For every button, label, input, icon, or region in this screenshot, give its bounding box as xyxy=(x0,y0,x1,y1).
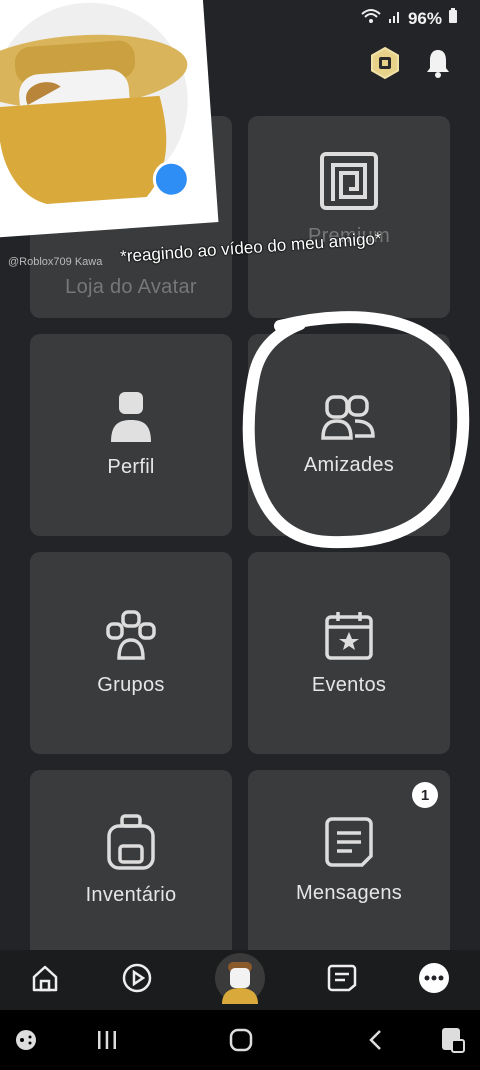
tile-label: Loja do Avatar xyxy=(65,275,197,298)
premium-icon xyxy=(319,151,379,211)
user-handle: @Roblox709 Kawa xyxy=(8,256,103,268)
more-icon[interactable] xyxy=(418,962,450,999)
chat-icon[interactable] xyxy=(327,963,357,998)
play-icon[interactable] xyxy=(121,962,153,999)
tile-premium[interactable]: Premium xyxy=(248,116,450,318)
recent-apps-icon[interactable] xyxy=(96,1030,118,1055)
battery-text: 96% xyxy=(407,8,442,28)
tile-events[interactable]: Eventos xyxy=(248,552,450,754)
gamepad-icon[interactable] xyxy=(14,1028,38,1057)
avatar-image xyxy=(0,2,190,204)
system-navigation-bar xyxy=(0,1010,480,1070)
tile-groups[interactable]: Grupos xyxy=(30,552,232,754)
avatar-icon[interactable] xyxy=(214,952,266,1009)
tile-label: Inventário xyxy=(85,883,177,906)
tile-label: Mensagens xyxy=(295,881,403,904)
home-button-icon[interactable] xyxy=(229,1028,253,1057)
wifi-icon xyxy=(360,8,382,29)
message-icon xyxy=(324,816,374,868)
calendar-star-icon xyxy=(324,610,374,660)
tile-label: Eventos xyxy=(311,673,387,696)
battery-icon xyxy=(448,8,458,29)
groups-icon xyxy=(105,609,157,660)
profile-icon xyxy=(109,391,153,442)
screen-capture-icon[interactable] xyxy=(440,1026,466,1059)
back-icon[interactable] xyxy=(366,1028,386,1057)
bottom-navigation xyxy=(0,950,480,1010)
tile-messages[interactable]: 1 Mensagens xyxy=(248,770,450,950)
tile-label: Perfil xyxy=(107,455,155,478)
home-icon[interactable] xyxy=(30,963,60,998)
tile-inventory[interactable]: Inventário xyxy=(30,770,232,950)
tile-label: Grupos xyxy=(97,673,165,696)
notification-bell-icon[interactable] xyxy=(424,47,452,84)
message-count-badge: 1 xyxy=(412,782,438,808)
signal-icon xyxy=(388,9,402,29)
tile-profile[interactable]: Perfil xyxy=(30,334,232,536)
backpack-icon xyxy=(106,813,156,870)
robux-icon[interactable] xyxy=(368,46,402,85)
reaction-avatar-overlay xyxy=(0,0,219,238)
highlight-circle xyxy=(242,311,470,549)
